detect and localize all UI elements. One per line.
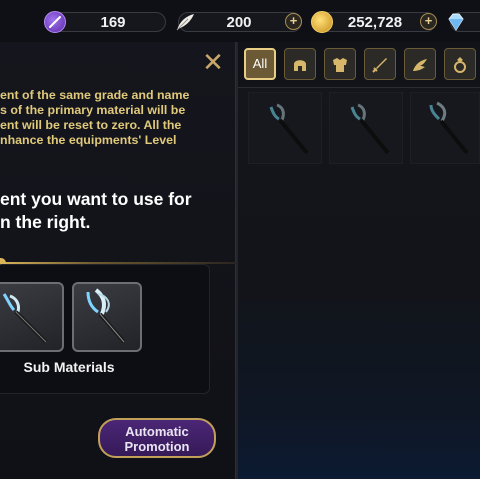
selection-instruction: ent you want to use for n the right. [0,188,236,234]
purple-feather-icon [44,11,66,33]
instruction-line: n the right. [0,212,91,232]
promotion-description: ent of the same grade and name s of the … [0,88,236,148]
add-gold-button[interactable]: + [420,13,437,30]
stamina-value: 169 [100,14,126,31]
currency-bar: 169 200 + 252,728 + [0,0,480,42]
gold-value: 252,728 [347,14,403,31]
wing-staff-icon [350,103,390,155]
ring-icon [454,57,466,73]
tab-ring[interactable] [444,48,476,80]
inventory-item[interactable] [248,92,322,164]
description-line: ent will be reset to zero. All the [0,118,182,132]
automatic-promotion-button[interactable]: Automatic Promotion [98,418,216,458]
armor-icon [333,58,347,72]
description-line: nhance the equipments' Level [0,133,177,147]
tab-weapon[interactable] [364,48,396,80]
helmet-icon [294,60,306,71]
wing-staff-icon [86,288,126,344]
feather-value: 200 [226,14,252,31]
description-line: ent of the same grade and name [0,88,190,102]
instruction-line: ent you want to use for [0,189,192,209]
sub-material-slot-2[interactable] [72,282,142,352]
sub-material-slot-1[interactable] [0,282,64,352]
inventory-item[interactable] [410,92,480,164]
wing-staff-icon [2,293,48,344]
close-icon[interactable]: ✕ [201,49,225,75]
tab-helmet[interactable] [284,48,316,80]
sword-icon [372,58,387,73]
wing-icon [413,59,427,71]
wing-staff-icon [269,103,309,155]
wing-staff-icon [429,101,469,155]
sub-materials-label: Sub Materials [23,359,115,375]
diamond-icon [445,11,467,33]
tab-wing[interactable] [404,48,436,80]
gold-coin-icon [311,11,333,33]
tab-all[interactable]: All [244,48,276,80]
feather-currency-display: 200 [178,12,302,32]
inventory-item[interactable] [329,92,403,164]
description-line: s of the primary material will be [0,103,186,117]
white-feather-icon [174,11,196,33]
add-feather-button[interactable]: + [285,13,302,30]
tab-armor[interactable] [324,48,356,80]
